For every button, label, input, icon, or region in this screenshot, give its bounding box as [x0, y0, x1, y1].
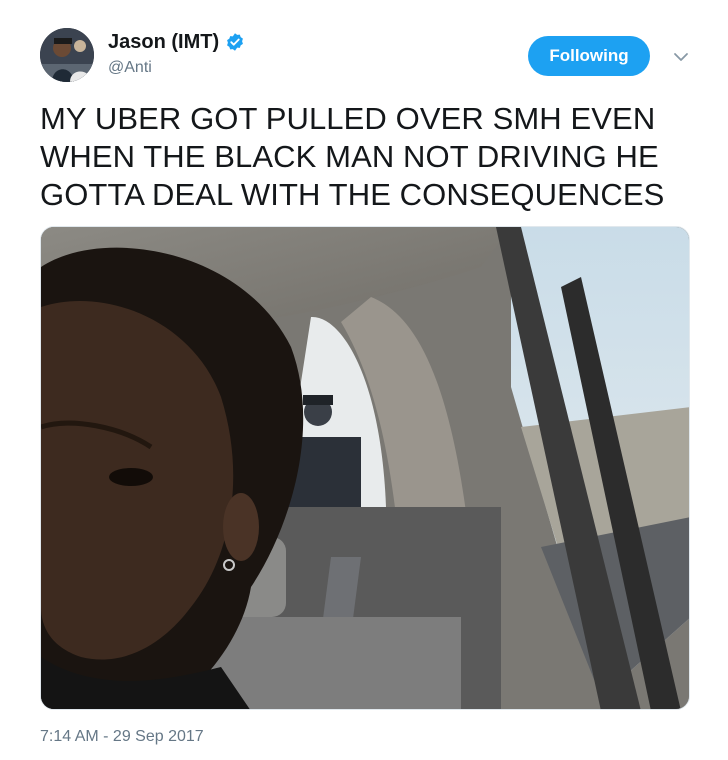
- author-name-row: Jason (IMT): [108, 30, 245, 54]
- tweet-text-line: WHEN THE BLACK MAN NOT DRIVING HE: [40, 139, 659, 174]
- avatar-image: [40, 28, 94, 82]
- tweet-photo[interactable]: [40, 226, 690, 710]
- verified-badge-icon: [225, 32, 245, 52]
- author-display-name[interactable]: Jason (IMT): [108, 30, 219, 54]
- tweet-card: Jason (IMT) @Anti Following MY UBER GOT …: [0, 0, 728, 760]
- tweet-text: MY UBER GOT PULLED OVER SMH EVEN WHEN TH…: [40, 100, 690, 214]
- chevron-down-icon[interactable]: [672, 48, 690, 66]
- car-selfie-image: [41, 227, 689, 709]
- tweet-text-line: MY UBER GOT PULLED OVER SMH EVEN: [40, 101, 656, 136]
- following-button[interactable]: Following: [528, 36, 650, 76]
- tweet-header: Jason (IMT) @Anti Following: [40, 26, 700, 86]
- avatar[interactable]: [40, 28, 94, 82]
- author-handle[interactable]: @Anti: [108, 58, 152, 78]
- tweet-timestamp[interactable]: 7:14 AM - 29 Sep 2017: [40, 728, 204, 746]
- tweet-text-line: GOTTA DEAL WITH THE CONSEQUENCES: [40, 177, 665, 212]
